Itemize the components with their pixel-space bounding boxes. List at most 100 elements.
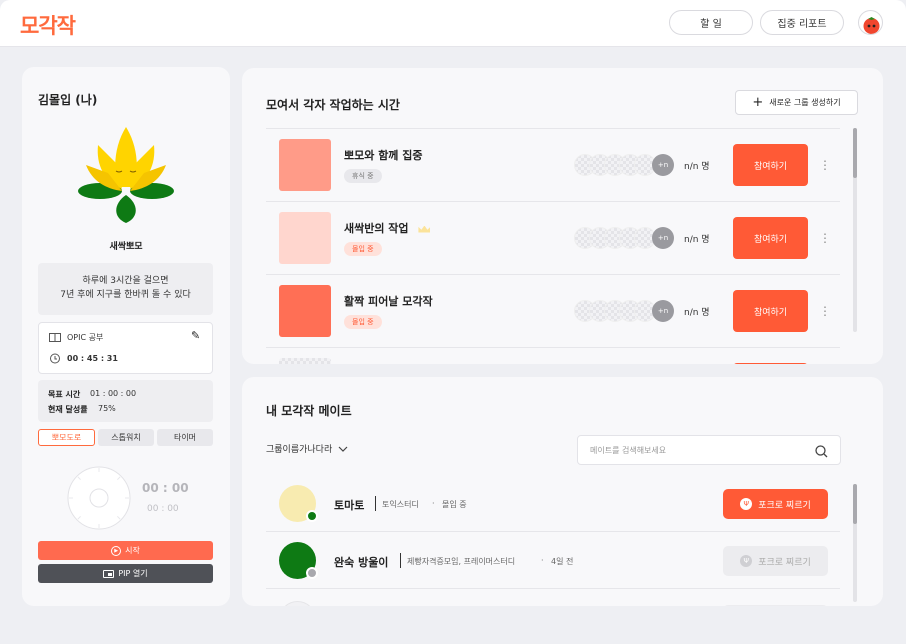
group-thumbnail [279, 212, 331, 264]
pip-icon [103, 569, 115, 578]
member-count: n/n 명 [684, 235, 710, 245]
mode-tab-timer[interactable]: 타이머 [157, 429, 213, 446]
alarm-clock-icon [50, 353, 60, 364]
sort-dropdown[interactable]: 그룹이름가나다라 [266, 442, 348, 455]
more-options-icon[interactable]: ⋮ [819, 232, 831, 244]
status-badge: 휴식 중 [344, 169, 382, 183]
mate-row[interactable] [266, 589, 840, 606]
start-label: 시작 [125, 546, 140, 555]
status-badge: 몰입 중 [344, 242, 382, 256]
mate-row[interactable]: 토마토 토익스터디 · 몰입 중 Ψ 포크로 찌르기 [266, 475, 840, 532]
top-header: 모각작 할 일 집중 리포트 [0, 0, 906, 47]
search-placeholder: 메이트를 검색해보세요 [590, 445, 667, 455]
group-row[interactable]: 뽀모와 함께 집중 휴식 중 +n n/n 명 참여하기 ⋮ [266, 128, 840, 201]
new-group-label: 새로운 그룹 생성하기 [769, 98, 841, 107]
group-title-text: 새싹반의 작업 [344, 222, 409, 235]
groups-scrollbar[interactable] [853, 128, 857, 332]
pip-label: PIP 열기 [118, 569, 148, 578]
plant-name: 새싹뽀모 [109, 242, 143, 252]
more-members-badge: +n [652, 300, 674, 322]
mate-name: 토마토 [334, 499, 365, 512]
search-icon[interactable] [815, 445, 828, 458]
sort-label: 그룹이름가나다라 [266, 445, 333, 455]
current-task-card[interactable]: OPIC 공부 ✎ 00 : 45 : 31 [38, 322, 213, 374]
mate-group: 토익스터디 [382, 500, 419, 509]
member-avatars: +n [574, 300, 674, 322]
group-row[interactable] [266, 347, 840, 364]
goal-target-value: 01 : 00 : 00 [90, 389, 137, 398]
mate-avatar [279, 601, 316, 606]
divider [400, 553, 401, 568]
goal-summary: 목표 시간 01 : 00 : 00 현재 달성률 75% [38, 380, 213, 422]
goal-target-label: 목표 시간 [48, 390, 81, 399]
timer-dial[interactable] [66, 465, 132, 531]
nav-todo-button[interactable]: 할 일 [669, 10, 753, 35]
quote-line-2: 7년 후에 지구를 한바퀴 돌 수 있다 [60, 290, 191, 300]
profile-panel: 김몰입 (나) 새싹뽀모 하루에 3시간을 걸으면 7년 후에 지구를 한바퀴 … [22, 67, 230, 606]
mode-tab-stopwatch[interactable]: 스톱워치 [98, 429, 154, 446]
group-thumbnail [279, 285, 331, 337]
more-options-icon[interactable]: ⋮ [819, 305, 831, 317]
new-group-button[interactable]: + 새로운 그룹 생성하기 [735, 90, 858, 115]
mate-name: 완숙 방울이 [334, 556, 389, 569]
timer-sub-readout: 00 : 00 [147, 504, 179, 514]
app-logo[interactable]: 모각작 [20, 10, 76, 40]
member-avatars: +n [574, 154, 674, 176]
fork-icon: Ψ [740, 498, 753, 510]
mate-group: 제빵자격증모임, 프레이머스터디 [407, 557, 516, 566]
member-avatars: +n [574, 227, 674, 249]
fork-icon: Ψ [740, 555, 753, 567]
online-status-dot [306, 510, 318, 522]
start-button[interactable]: ▶ 시작 [38, 541, 213, 560]
tomato-avatar-icon [863, 17, 880, 34]
join-button[interactable] [733, 363, 808, 364]
more-members-badge: +n [652, 154, 674, 176]
divider [375, 496, 376, 511]
group-title: 뽀모와 함께 집중 [344, 149, 423, 162]
mate-search-input[interactable]: 메이트를 검색해보세요 [577, 435, 841, 465]
mates-scrollbar[interactable] [853, 484, 857, 602]
member-count: n/n 명 [684, 308, 710, 318]
book-icon [49, 333, 61, 342]
task-elapsed-time: 00 : 45 : 31 [67, 354, 118, 363]
poke-button[interactable] [723, 605, 828, 606]
status-badge: 몰입 중 [344, 315, 382, 329]
join-button[interactable]: 참여하기 [733, 144, 808, 186]
join-button[interactable]: 참여하기 [733, 217, 808, 259]
group-row[interactable]: 활짝 피어날 모각작 몰입 중 +n n/n 명 참여하기 ⋮ [266, 274, 840, 347]
group-row[interactable]: 새싹반의 작업 몰입 중 +n n/n 명 참여하기 ⋮ [266, 201, 840, 274]
poke-button-disabled[interactable]: Ψ 포크로 찌르기 [723, 546, 828, 576]
chevron-down-icon [338, 446, 348, 452]
plus-icon: + [752, 94, 764, 110]
goal-rate-value: 75% [98, 404, 116, 413]
goal-rate-label: 현재 달성률 [48, 405, 88, 414]
group-title: 활짝 피어날 모각작 [344, 295, 433, 308]
meta-separator: · [541, 556, 544, 565]
user-avatar[interactable] [858, 10, 883, 35]
poke-button[interactable]: Ψ 포크로 찌르기 [723, 489, 828, 519]
mate-row[interactable]: 완숙 방울이 제빵자격증모임, 프레이머스터디 · 4일 전 Ψ 포크로 찌르기 [266, 532, 840, 589]
lotus-plant-icon [78, 127, 174, 223]
nav-focus-report-button[interactable]: 집중 리포트 [760, 10, 844, 35]
group-sessions-panel: 모여서 각자 작업하는 시간 + 새로운 그룹 생성하기 뽀모와 함께 집중 휴… [242, 68, 883, 364]
pip-open-button[interactable]: PIP 열기 [38, 564, 213, 583]
task-label: OPIC 공부 [67, 333, 104, 342]
mate-status: 4일 전 [551, 557, 574, 566]
timer-main-readout: 00 : 00 [142, 481, 189, 495]
group-thumbnail [279, 358, 331, 364]
groups-section-title: 모여서 각자 작업하는 시간 [266, 98, 400, 112]
mode-tab-pomodoro[interactable]: 뽀모도로 [38, 429, 95, 446]
group-thumbnail [279, 139, 331, 191]
join-button[interactable]: 참여하기 [733, 290, 808, 332]
group-title: 새싹반의 작업 [344, 220, 431, 236]
edit-pencil-icon[interactable]: ✎ [191, 329, 200, 342]
mates-section-title: 내 모각작 메이트 [266, 404, 352, 418]
mate-status: 몰입 중 [442, 500, 467, 509]
meta-separator: · [432, 499, 435, 508]
offline-status-dot [306, 567, 318, 579]
more-options-icon[interactable]: ⋮ [819, 159, 831, 171]
more-members-badge: +n [652, 227, 674, 249]
member-count: n/n 명 [684, 162, 710, 172]
poke-label: 포크로 찌르기 [758, 557, 811, 568]
mates-panel: 내 모각작 메이트 그룹이름가나다라 메이트를 검색해보세요 토마토 토익스터디… [242, 377, 883, 606]
